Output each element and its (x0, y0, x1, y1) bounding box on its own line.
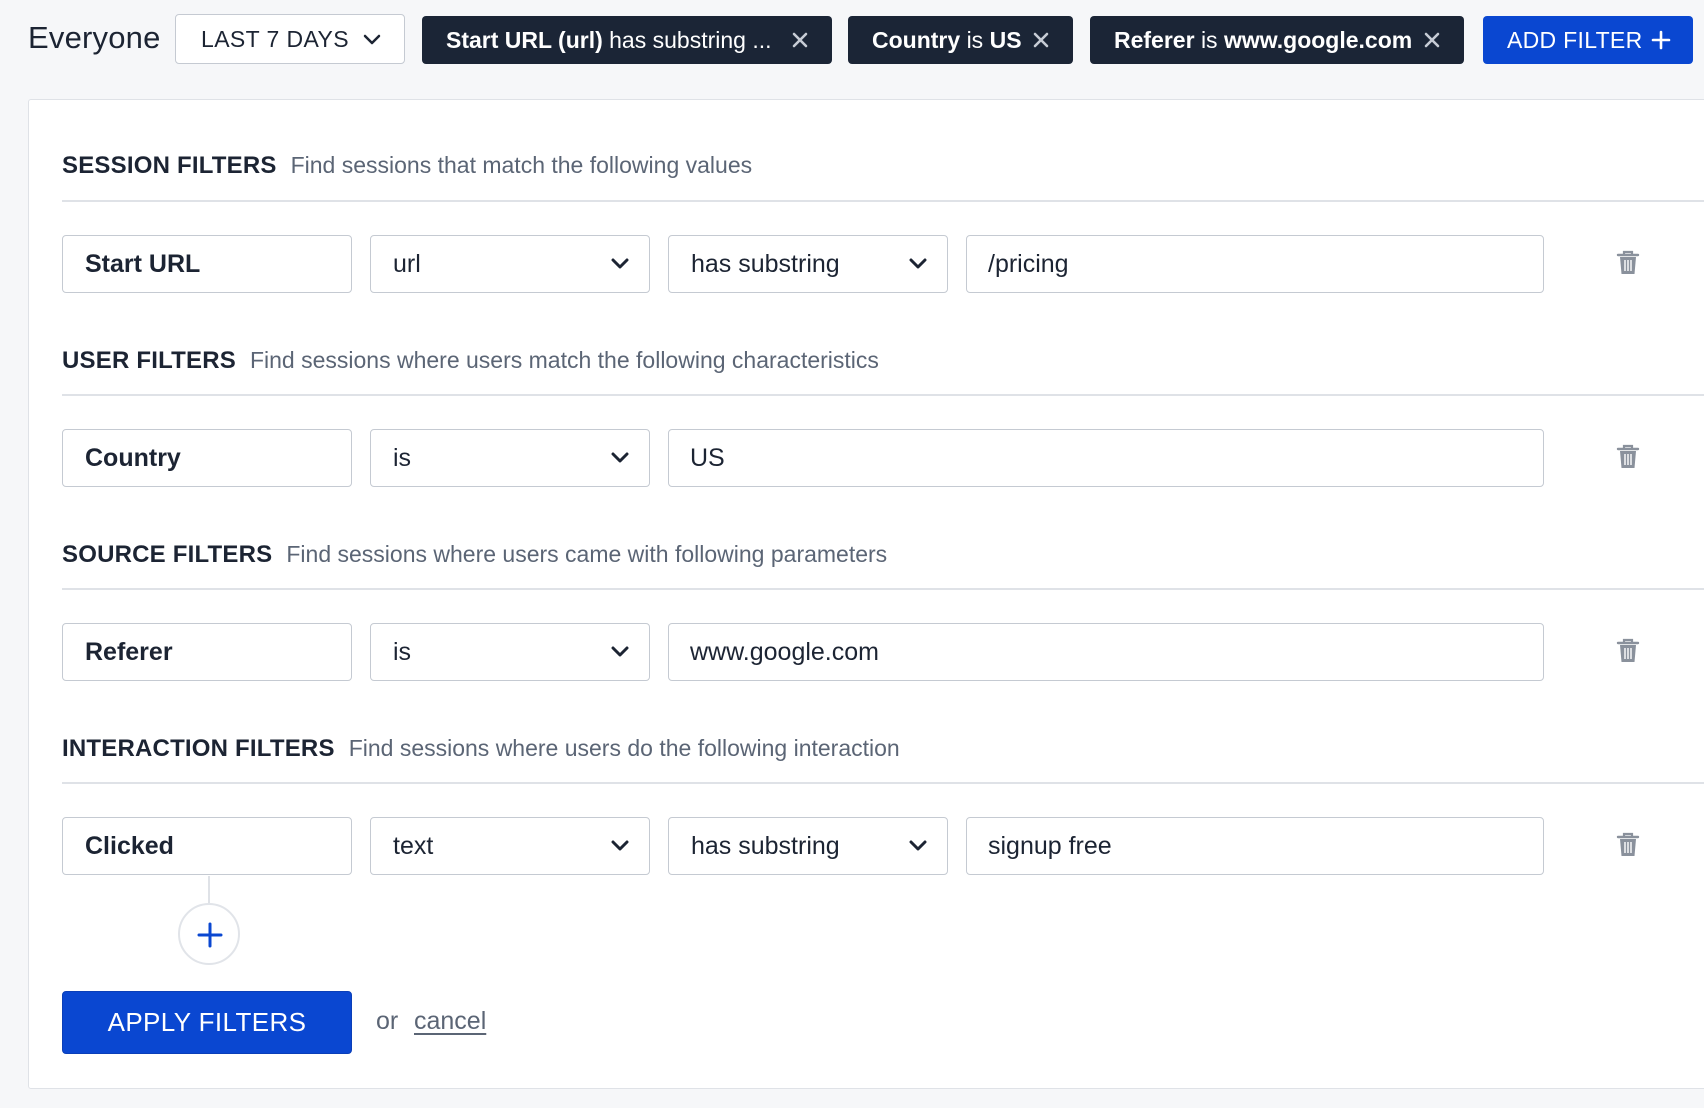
interaction-property-select[interactable]: text (370, 817, 650, 875)
source-filter-name[interactable]: Referer (62, 623, 352, 681)
divider (62, 782, 1704, 784)
divider (62, 588, 1704, 590)
section-description: Find sessions that match the following v… (290, 152, 753, 178)
add-filter-label: ADD FILTER (1507, 26, 1643, 53)
divider (62, 394, 1704, 396)
select-value: has substring (691, 249, 840, 278)
active-filter-chip-referer[interactable]: Referer is www.google.com (1090, 16, 1464, 64)
chevron-down-icon (909, 258, 927, 269)
chevron-down-icon (611, 840, 629, 851)
session-filter-name[interactable]: Start URL (62, 235, 352, 293)
chevron-down-icon (611, 258, 629, 269)
date-range-dropdown[interactable]: LAST 7 DAYS (175, 14, 405, 64)
source-operator-select[interactable]: is (370, 623, 650, 681)
session-value-input[interactable]: /pricing (966, 235, 1544, 293)
apply-filters-button[interactable]: APPLY FILTERS (62, 991, 352, 1054)
source-value-input[interactable]: www.google.com (668, 623, 1544, 681)
session-property-select[interactable]: url (370, 235, 650, 293)
interaction-filter-name[interactable]: Clicked (62, 817, 352, 875)
interaction-value-input[interactable]: signup free (966, 817, 1544, 875)
section-description: Find sessions where users came with foll… (286, 541, 888, 567)
divider (62, 200, 1704, 202)
add-interaction-step-button[interactable] (178, 903, 240, 965)
trash-icon[interactable] (1616, 832, 1640, 858)
active-filter-chip-start-url[interactable]: Start URL (url) has substring ... (422, 16, 832, 64)
active-filter-chip-country[interactable]: Country is US (848, 16, 1073, 64)
select-value: is (393, 637, 412, 666)
chevron-down-icon (611, 646, 629, 657)
section-title: USER FILTERS (62, 347, 236, 374)
chevron-down-icon (611, 452, 629, 463)
select-value: url (393, 249, 421, 278)
section-title: SESSION FILTERS (62, 152, 277, 179)
plus-icon (1651, 30, 1671, 50)
chevron-down-icon (363, 34, 381, 45)
section-description: Find sessions where users do the followi… (348, 735, 900, 761)
user-filters-header: USER FILTERS Find sessions where users ma… (62, 347, 879, 375)
close-icon[interactable] (1422, 30, 1442, 50)
chevron-down-icon (909, 840, 927, 851)
close-icon[interactable] (790, 30, 810, 50)
chip-label: Referer is www.google.com (1114, 26, 1413, 53)
trash-icon[interactable] (1616, 444, 1640, 470)
session-operator-select[interactable]: has substring (668, 235, 948, 293)
source-filters-header: SOURCE FILTERS Find sessions where users … (62, 541, 887, 569)
date-range-label: LAST 7 DAYS (201, 25, 350, 52)
user-filter-name[interactable]: Country (62, 429, 352, 487)
audience-label: Everyone (28, 20, 161, 55)
interaction-filters-header: INTERACTION FILTERS Find sessions where u… (62, 735, 900, 763)
section-title: INTERACTION FILTERS (62, 735, 335, 762)
trash-icon[interactable] (1616, 250, 1640, 276)
cancel-link[interactable]: cancel (414, 1007, 486, 1036)
filter-toolbar: Everyone LAST 7 DAYS Start URL (url) has… (0, 0, 1704, 84)
select-value: has substring (691, 831, 840, 860)
session-filters-header: SESSION FILTERS Find sessions that match … (62, 152, 752, 180)
step-connector (208, 876, 210, 904)
user-value-input[interactable]: US (668, 429, 1544, 487)
add-filter-button[interactable]: ADD FILTER (1483, 16, 1693, 64)
trash-icon[interactable] (1616, 638, 1640, 664)
chip-label: Start URL (url) has substring ... (446, 26, 772, 53)
section-title: SOURCE FILTERS (62, 541, 273, 568)
interaction-operator-select[interactable]: has substring (668, 817, 948, 875)
user-operator-select[interactable]: is (370, 429, 650, 487)
chip-label: Country is US (872, 26, 1022, 53)
or-label: or (376, 1007, 399, 1035)
select-value: text (393, 831, 434, 860)
select-value: is (393, 443, 412, 472)
plus-icon (197, 922, 223, 948)
close-icon[interactable] (1031, 30, 1051, 50)
section-description: Find sessions where users match the foll… (249, 347, 879, 373)
